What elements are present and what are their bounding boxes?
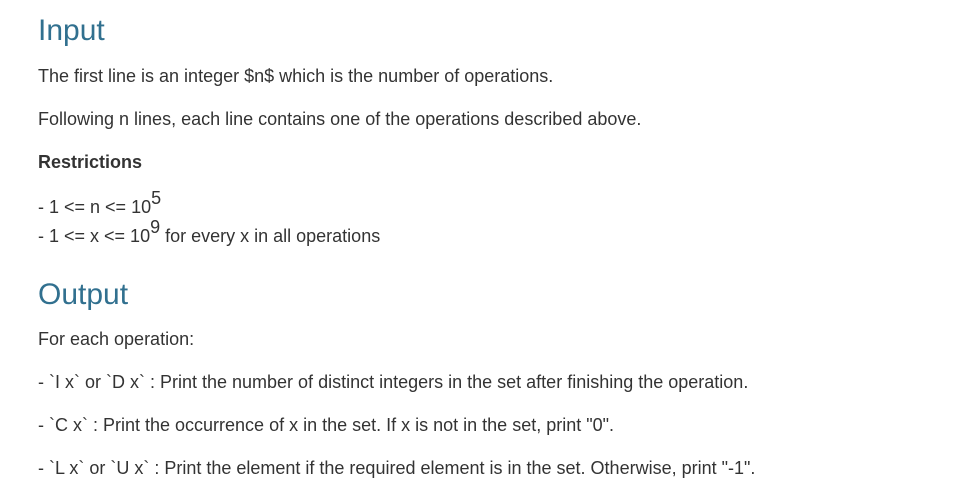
output-item-count: - `C x` : Print the occurrence of x in t…: [38, 415, 615, 435]
restriction-n-exponent: 5: [151, 188, 162, 208]
restriction-x-suffix: for every x in all operations: [160, 226, 381, 246]
input-line-2: Following n lines, each line contains on…: [38, 109, 642, 129]
input-line-1: The first line is an integer $n$ which i…: [38, 66, 554, 86]
output-heading: Output: [38, 278, 129, 311]
output-intro: For each operation:: [38, 329, 195, 349]
restriction-n-text: - 1 <= n <= 10: [38, 197, 152, 217]
output-item-lower-upper: - `L x` or `U x` : Print the element if …: [38, 458, 756, 478]
output-item-insert-delete: - `I x` or `D x` : Print the number of d…: [38, 372, 749, 392]
restriction-x: - 1 <= x <= 109 for every x in all opera…: [38, 218, 381, 247]
restrictions-heading: Restrictions: [38, 152, 143, 172]
restriction-n: - 1 <= n <= 105: [38, 189, 161, 218]
restriction-x-text: - 1 <= x <= 10: [38, 226, 151, 246]
input-heading: Input: [38, 14, 105, 47]
restriction-x-exponent: 9: [150, 217, 161, 237]
